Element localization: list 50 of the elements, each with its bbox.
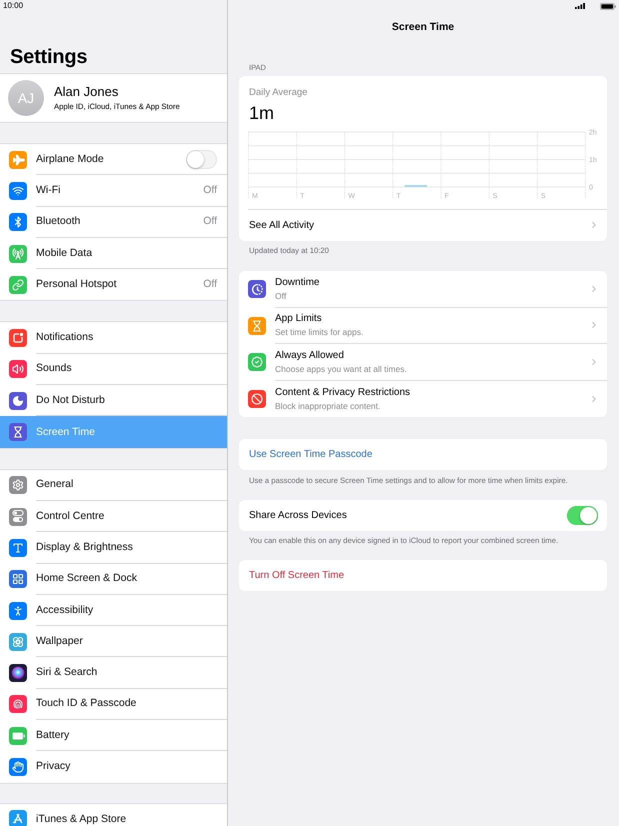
bluetooth-icon — [9, 213, 27, 232]
airplane-icon — [9, 150, 27, 169]
hourglass-icon — [9, 423, 27, 442]
passcode-button[interactable]: Use Screen Time Passcode — [239, 439, 607, 470]
antenna-icon — [9, 244, 27, 263]
share-label: Share Across Devices — [249, 510, 347, 521]
speaker-icon — [9, 360, 27, 378]
status-value: Off — [203, 216, 217, 228]
moon-icon — [9, 392, 27, 410]
feature-row[interactable]: Downtime Off — [239, 271, 607, 308]
signal-icon — [575, 3, 585, 9]
toggle-switch[interactable] — [186, 150, 217, 169]
wifi-icon — [9, 182, 27, 200]
person-icon — [9, 602, 27, 620]
stat-value: 1m — [248, 102, 274, 122]
stat-label: Daily Average — [248, 86, 308, 98]
clock-icon — [248, 280, 266, 298]
status-value: Off — [203, 184, 217, 196]
gear-icon — [9, 476, 27, 494]
avatar: AJ — [8, 80, 44, 116]
status-value: Off — [203, 279, 217, 290]
no-entry-icon — [248, 390, 266, 408]
profile-name: Alan Jones — [54, 84, 120, 99]
orb-icon — [9, 664, 27, 682]
feature-description: Block inappropriate content. — [275, 400, 382, 411]
text-icon — [9, 538, 27, 557]
toggle-switch[interactable] — [567, 506, 598, 525]
notification-icon — [9, 329, 27, 348]
turn-off-button[interactable]: Turn Off Screen Time — [239, 560, 607, 592]
feature-description: Choose apps you want at all times. — [275, 364, 407, 374]
see-all-activity-row[interactable]: See All Activity — [248, 209, 607, 241]
nav-title: Screen Time — [392, 20, 454, 33]
status-time: 10:00 — [3, 0, 24, 12]
flower-icon — [9, 632, 27, 651]
chain-link-icon — [9, 276, 27, 294]
feature-row[interactable]: App Limits Set time limits for apps. — [239, 308, 607, 344]
hourglass-icon — [248, 316, 266, 335]
page-title: Settings — [10, 45, 88, 69]
fingerprint-icon — [9, 695, 27, 714]
letter-a-icon — [9, 810, 27, 826]
feature-description: Set time limits for apps. — [275, 327, 364, 338]
feature-row[interactable]: Content & Privacy Restrictions Block inappropriate content. — [239, 380, 607, 418]
check-badge-icon — [248, 353, 266, 372]
switches-icon — [9, 508, 27, 526]
feature-row[interactable]: Always Allowed Choose apps you want at all times. — [239, 344, 607, 381]
feature-description: Off — [275, 290, 288, 301]
hand-icon — [9, 758, 27, 776]
app-grid-icon — [9, 570, 27, 588]
battery-icon — [9, 726, 27, 745]
battery-icon — [600, 2, 616, 10]
